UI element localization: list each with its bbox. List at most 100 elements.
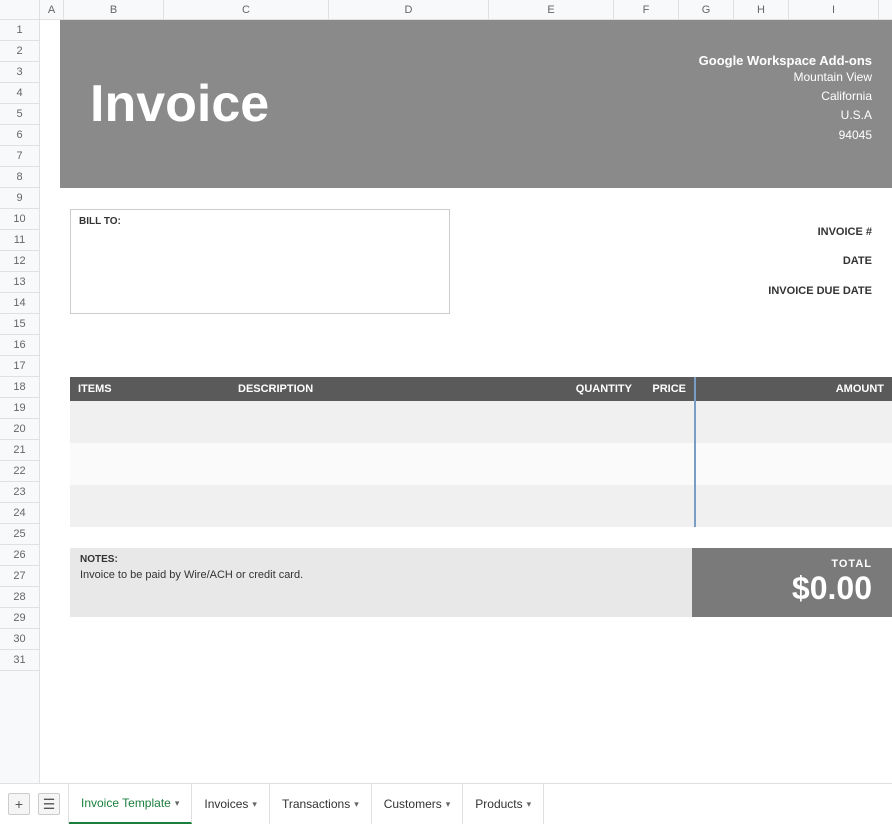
tab-invoices-label: Invoices (204, 797, 248, 811)
tab-invoices[interactable]: Invoices ▾ (192, 784, 270, 824)
col-header-e[interactable]: E (489, 0, 614, 19)
row-num-20: 20 (0, 419, 39, 440)
table-header: ITEMS DESCRIPTION QUANTITY PRICE AMOUNT (70, 377, 892, 401)
row-num-3: 3 (0, 62, 39, 83)
desc-cell-1[interactable] (230, 401, 540, 443)
total-section: TOTAL $0.00 (692, 548, 892, 617)
qty-cell-3[interactable] (540, 485, 640, 527)
tab-transactions[interactable]: Transactions ▾ (270, 784, 372, 824)
row-num-14: 14 (0, 293, 39, 314)
row-num-29: 29 (0, 608, 39, 629)
desc-cell-3[interactable] (230, 485, 540, 527)
amount-cell-3[interactable] (695, 485, 892, 527)
tab-invoice-template-caret: ▾ (175, 798, 180, 809)
item-cell-3[interactable] (70, 485, 230, 527)
empty-row-24 (60, 527, 892, 548)
amount-cell-2[interactable] (695, 443, 892, 485)
row-num-22: 22 (0, 461, 39, 482)
row-num-1: 1 (0, 20, 39, 41)
row-num-7: 7 (0, 146, 39, 167)
price-cell-1[interactable] (640, 401, 695, 443)
col-header-c[interactable]: C (164, 0, 329, 19)
col-header-h[interactable]: H (734, 0, 789, 19)
bill-to-box[interactable]: BILL TO: (70, 209, 450, 314)
row-num-8: 8 (0, 167, 39, 188)
col-header-a[interactable]: A (40, 0, 64, 19)
sheet-list-button[interactable]: ☰ (38, 793, 60, 815)
row-num-25: 25 (0, 524, 39, 545)
grid-body: 1234567891011121314151617181920212223242… (0, 20, 892, 783)
th-description: DESCRIPTION (230, 377, 540, 401)
row-num-11: 11 (0, 230, 39, 251)
row-num-30: 30 (0, 629, 39, 650)
row-num-5: 5 (0, 104, 39, 125)
item-cell-2[interactable] (70, 443, 230, 485)
invoice-meta: INVOICE # DATE INVOICE DUE DATE (450, 209, 892, 314)
table-body (70, 401, 892, 527)
row-numbers: 1234567891011121314151617181920212223242… (0, 20, 40, 783)
row-num-31: 31 (0, 650, 39, 671)
row-num-19: 19 (0, 398, 39, 419)
tabs-list: Invoice Template ▾ Invoices ▾ Transactio… (69, 784, 892, 824)
tab-invoice-template-label: Invoice Template (81, 796, 171, 810)
table-row[interactable] (70, 443, 892, 485)
price-cell-3[interactable] (640, 485, 695, 527)
row-num-15: 15 (0, 314, 39, 335)
th-items: ITEMS (70, 377, 230, 401)
row-num-18: 18 (0, 377, 39, 398)
row-num-23: 23 (0, 482, 39, 503)
row-num-13: 13 (0, 272, 39, 293)
amount-cell-1[interactable] (695, 401, 892, 443)
item-cell-1[interactable] (70, 401, 230, 443)
row-num-9: 9 (0, 188, 39, 209)
tab-products-caret: ▾ (527, 799, 532, 810)
col-header-b[interactable]: B (64, 0, 164, 19)
tab-customers-caret: ▾ (446, 799, 451, 810)
notes-label: NOTES: (80, 554, 682, 565)
row-num-24: 24 (0, 503, 39, 524)
invoice-title-section: Invoice (60, 20, 692, 188)
col-header-i[interactable]: I (789, 0, 879, 19)
empty-rows-14-16 (60, 314, 892, 377)
invoice-wrapper: Invoice Google Workspace Add-ons Mountai… (60, 20, 892, 783)
qty-cell-2[interactable] (540, 443, 640, 485)
tab-products[interactable]: Products ▾ (463, 784, 544, 824)
empty-row-8 (60, 188, 892, 209)
row-num-4: 4 (0, 83, 39, 104)
company-zip: 94045 (692, 126, 872, 145)
company-info: Google Workspace Add-ons Mountain View C… (692, 20, 892, 188)
notes-section: NOTES: Invoice to be paid by Wire/ACH or… (70, 548, 692, 617)
tab-products-label: Products (475, 797, 522, 811)
row-num-6: 6 (0, 125, 39, 146)
bill-to-label: BILL TO: (79, 216, 441, 227)
due-date-label: INVOICE DUE DATE (450, 281, 872, 301)
add-sheet-button[interactable]: + (8, 793, 30, 815)
desc-cell-2[interactable] (230, 443, 540, 485)
tab-customers-label: Customers (384, 797, 442, 811)
table-row[interactable] (70, 401, 892, 443)
invoice-number-label: INVOICE # (450, 222, 872, 242)
total-amount: $0.00 (792, 570, 872, 607)
col-header-g[interactable]: G (679, 0, 734, 19)
price-cell-2[interactable] (640, 443, 695, 485)
tab-bar: + ☰ Invoice Template ▾ Invoices ▾ Transa… (0, 783, 892, 824)
row-num-28: 28 (0, 587, 39, 608)
tab-invoice-template[interactable]: Invoice Template ▾ (69, 784, 192, 824)
tab-customers[interactable]: Customers ▾ (372, 784, 464, 824)
row-num-17: 17 (0, 356, 39, 377)
spreadsheet: A B C D E F G H I 1234567891011121314151… (0, 0, 892, 783)
tab-invoices-caret: ▾ (252, 799, 257, 810)
sheet-content[interactable]: Invoice Google Workspace Add-ons Mountai… (40, 20, 892, 783)
invoice-header: Invoice Google Workspace Add-ons Mountai… (60, 20, 892, 188)
th-amount: AMOUNT (695, 377, 892, 401)
company-state: California (692, 87, 872, 106)
col-header-d[interactable]: D (329, 0, 489, 19)
row-num-12: 12 (0, 251, 39, 272)
total-label: TOTAL (831, 558, 872, 570)
qty-cell-1[interactable] (540, 401, 640, 443)
row-num-21: 21 (0, 440, 39, 461)
tab-controls: + ☰ (0, 784, 69, 824)
col-header-f[interactable]: F (614, 0, 679, 19)
bottom-section: NOTES: Invoice to be paid by Wire/ACH or… (60, 548, 892, 617)
table-row[interactable] (70, 485, 892, 527)
